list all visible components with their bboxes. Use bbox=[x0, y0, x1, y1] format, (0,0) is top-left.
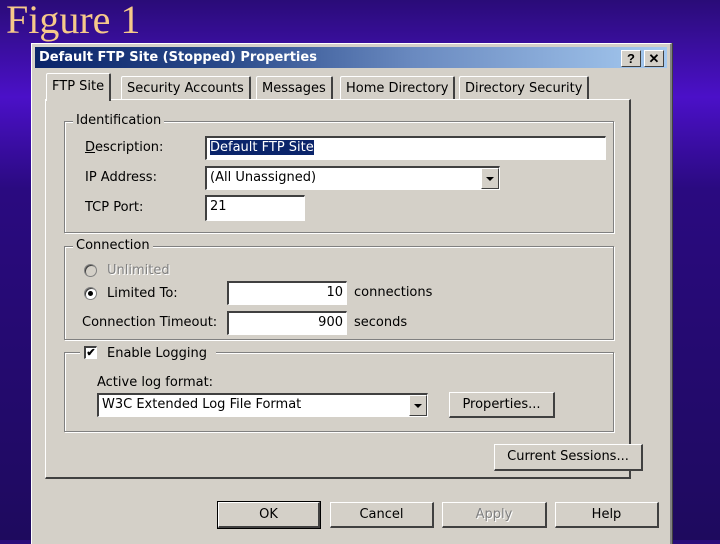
tcp-port-input[interactable]: 21 bbox=[205, 195, 305, 221]
chevron-down-icon bbox=[414, 403, 422, 408]
ip-address-value: (All Unassigned) bbox=[210, 170, 317, 185]
radio-selected-dot bbox=[88, 291, 93, 296]
help-icon[interactable]: ? bbox=[621, 50, 641, 67]
description-label-text: escription: bbox=[95, 140, 164, 155]
log-format-value: W3C Extended Log File Format bbox=[102, 397, 302, 412]
checkmark-icon: ✔ bbox=[86, 347, 96, 359]
ip-address-dropdown-button[interactable] bbox=[481, 168, 499, 189]
identification-legend: Identification bbox=[73, 113, 165, 128]
connection-timeout-input[interactable]: 900 bbox=[227, 311, 347, 335]
timeout-unit: seconds bbox=[354, 315, 408, 330]
log-format-label: Active log format: bbox=[97, 375, 214, 390]
tcp-port-value: 21 bbox=[210, 199, 227, 214]
chevron-down-icon bbox=[486, 176, 494, 181]
limited-to-label: Limited To: bbox=[107, 286, 178, 301]
ip-address-select[interactable]: (All Unassigned) bbox=[205, 166, 500, 190]
logging-properties-button[interactable]: Properties... bbox=[449, 392, 555, 418]
limited-to-radio[interactable] bbox=[84, 287, 97, 300]
enable-logging-checkbox[interactable]: ✔ bbox=[84, 346, 97, 359]
tab-security-accounts[interactable]: Security Accounts bbox=[121, 76, 251, 100]
close-icon[interactable]: ✕ bbox=[644, 50, 664, 67]
current-sessions-button[interactable]: Current Sessions... bbox=[494, 444, 643, 471]
log-format-select[interactable]: W3C Extended Log File Format bbox=[97, 393, 428, 417]
enable-logging-label: Enable Logging bbox=[107, 346, 207, 361]
apply-button[interactable]: Apply bbox=[442, 502, 547, 528]
tab-ftp-site[interactable]: FTP Site bbox=[46, 73, 112, 101]
ip-address-label: IP Address: bbox=[85, 170, 157, 185]
cancel-button[interactable]: Cancel bbox=[330, 502, 434, 528]
dialog-title: Default FTP Site (Stopped) Properties bbox=[39, 50, 317, 65]
connections-input[interactable]: 10 bbox=[227, 281, 347, 305]
tcp-port-label: TCP Port: bbox=[85, 200, 144, 215]
connection-legend: Connection bbox=[73, 238, 153, 253]
tab-home-directory[interactable]: Home Directory bbox=[340, 76, 456, 100]
unlimited-radio[interactable] bbox=[84, 264, 97, 277]
description-value: Default FTP Site bbox=[210, 140, 314, 155]
title-bar: Default FTP Site (Stopped) Properties ? … bbox=[35, 47, 667, 68]
connection-timeout-label: Connection Timeout: bbox=[82, 315, 218, 330]
connections-unit: connections bbox=[354, 285, 433, 300]
connections-value: 10 bbox=[326, 285, 343, 300]
slide-title: Figure 1 bbox=[6, 0, 141, 42]
ok-button[interactable]: OK bbox=[217, 501, 321, 529]
description-label: Description: bbox=[85, 140, 164, 155]
help-button[interactable]: Help bbox=[555, 502, 659, 528]
log-format-dropdown-button[interactable] bbox=[409, 395, 427, 416]
tab-directory-security[interactable]: Directory Security bbox=[459, 76, 590, 100]
connection-timeout-value: 900 bbox=[318, 315, 343, 330]
description-input[interactable]: Default FTP Site bbox=[205, 136, 606, 160]
tab-messages[interactable]: Messages bbox=[256, 76, 333, 100]
unlimited-label: Unlimited bbox=[107, 263, 170, 278]
